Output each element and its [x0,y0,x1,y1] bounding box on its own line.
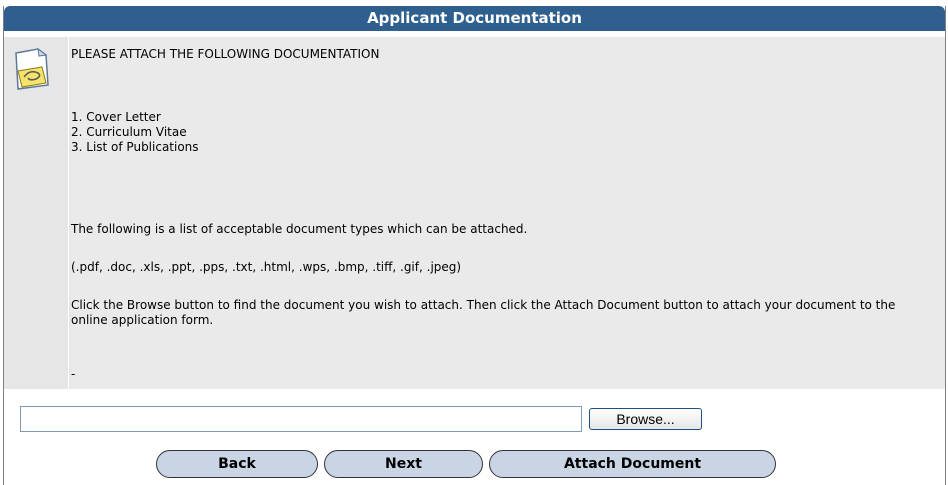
file-path-input[interactable] [20,406,582,432]
next-button[interactable]: Next [324,450,483,478]
doc-item-2: 2. Curriculum Vitae [71,125,187,139]
note-paperclip-icon [12,47,52,95]
instructions-heading: PLEASE ATTACH THE FOLLOWING DOCUMENTATIO… [71,47,380,61]
back-button[interactable]: Back [156,450,318,478]
browse-button[interactable]: Browse... [589,408,702,430]
instructions-area: PLEASE ATTACH THE FOLLOWING DOCUMENTATIO… [4,37,945,389]
types-intro: The following is a list of acceptable do… [71,222,528,236]
accepted-types: (.pdf, .doc, .xls, .ppt, .pps, .txt, .ht… [71,260,462,274]
browse-instructions: Click the Browse button to find the docu… [71,298,896,327]
attach-document-button[interactable]: Attach Document [489,450,776,478]
trailing-dash: - [71,367,76,381]
doc-item-1: 1. Cover Letter [71,110,161,124]
applicant-documentation-panel: Applicant Documentation PLEASE ATTACH TH… [3,6,946,485]
panel-header: Applicant Documentation [4,6,945,31]
doc-item-3: 3. List of Publications [71,140,199,154]
icon-column [4,37,69,389]
instructions-text: PLEASE ATTACH THE FOLLOWING DOCUMENTATIO… [71,37,945,389]
